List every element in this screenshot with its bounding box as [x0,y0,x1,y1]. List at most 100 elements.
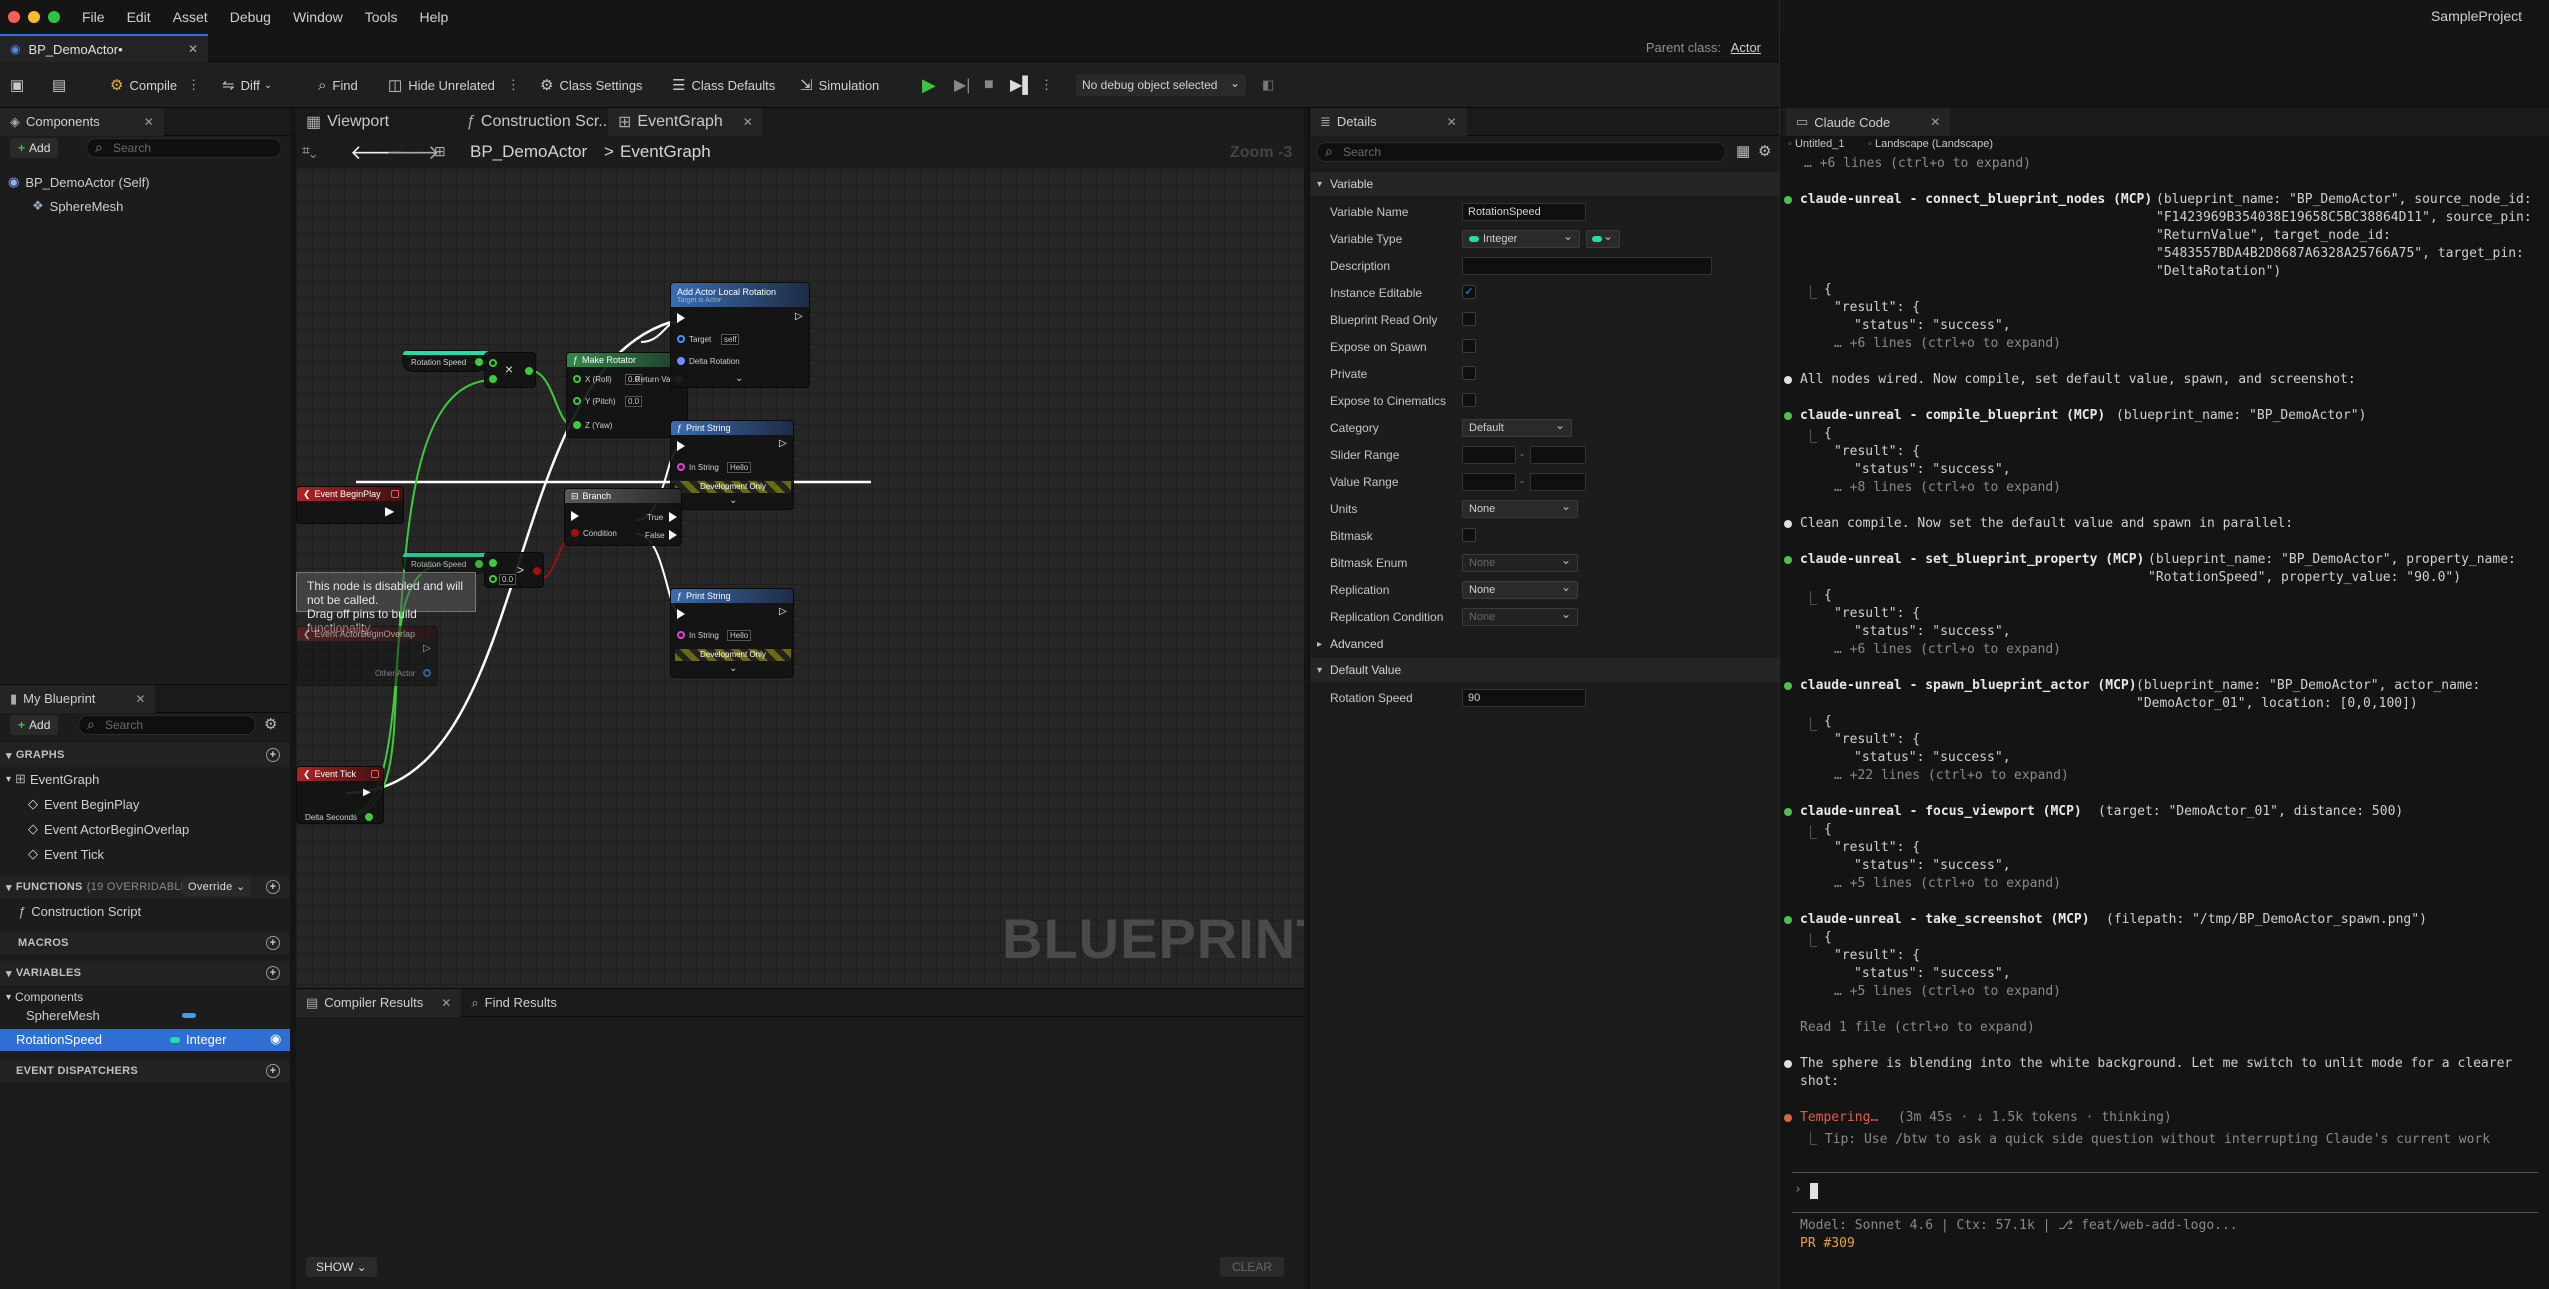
pin-in-string-value[interactable]: Hello [727,630,752,641]
tab-compiler-results[interactable]: ▤ Compiler Results ✕ [296,988,462,1017]
component-spheremesh[interactable]: ❖ SphereMesh [32,196,123,216]
pin-a-in[interactable] [489,559,497,567]
close-icon[interactable]: ✕ [1930,115,1940,129]
event-dispatchers-section-header[interactable]: EVENT DISPATCHERS + [0,1059,290,1083]
gear-icon[interactable]: ⚙ [264,715,277,733]
node-event-tick[interactable]: ❮ Event Tick ▶ Delta Seconds [296,766,384,824]
add-variable-icon[interactable]: + [266,966,280,980]
compare-value[interactable]: 0.0 [499,574,517,585]
variable-section-header[interactable]: Variable [1310,172,1780,196]
event-actorbeginoverlap[interactable]: ◇ Event ActorBeginOverlap [28,819,189,839]
hide-unrelated-button[interactable]: ◫ Hide Unrelated ⋮ [388,62,520,108]
close-icon[interactable]: ✕ [1447,115,1457,129]
replication-dropdown[interactable]: None [1462,579,1578,599]
container-type-dropdown[interactable] [1586,228,1620,248]
my-blueprint-search-input[interactable]: Search [78,715,256,735]
slider-range-min[interactable] [1462,446,1516,464]
chevron-down-icon[interactable]: ⌄ [729,495,737,506]
function-construction-script[interactable]: ƒ Construction Script [18,901,141,921]
node-event-beginplay[interactable]: ❮ Event BeginPlay ▶ [296,486,404,524]
pin-a-in[interactable] [489,359,497,367]
advanced-section-header[interactable]: Advanced [1310,632,1780,656]
add-function-icon[interactable]: + [266,880,280,894]
pin-false-out[interactable] [669,530,677,540]
node-rotation-speed-getter[interactable]: Rotation Speed [402,350,489,372]
clear-button[interactable]: CLEAR [1220,1257,1285,1277]
pin-exec-in[interactable] [677,609,685,619]
close-icon[interactable]: ✕ [441,996,451,1010]
node-compare[interactable]: 0.0 > [484,552,544,588]
node-event-actorbeginoverlap[interactable]: ❮ Event ActorBeginOverlap ▷ Other Actor [296,626,438,686]
category-dropdown[interactable]: Default [1462,417,1572,437]
node-print-string-1[interactable]: ƒ Print String ▷ In String Hello Develop… [670,420,794,510]
menu-tools[interactable]: Tools [365,9,398,25]
node-branch[interactable]: ⊟ Branch Condition True False [564,488,682,546]
default-rotation-speed-field[interactable]: 90 [1462,689,1586,707]
variables-components-group[interactable]: ▾ Components [6,987,83,1007]
add-graph-icon[interactable]: + [266,748,280,762]
pin-exec-in[interactable] [677,441,685,451]
save-button[interactable]: ▣ [10,62,30,108]
pin-in-string[interactable] [677,463,685,471]
pin-result-out[interactable] [533,567,541,575]
level-tab-untitled[interactable]: ◦ Untitled_1 [1788,138,1845,150]
play-button[interactable]: ▶ [922,62,936,108]
prompt-input[interactable]: › [1792,1180,2538,1204]
find-button[interactable]: ⌕ Find [318,62,358,108]
eject-button[interactable]: ▶▌ [1010,62,1034,108]
close-window-button[interactable] [8,11,20,23]
instance-editable-checkbox[interactable]: ✓ [1462,285,1476,299]
variable-type-dropdown[interactable]: Integer [1462,228,1580,248]
units-dropdown[interactable]: None [1462,498,1578,518]
tab-my-blueprint[interactable]: ▮ My Blueprint ✕ [0,684,156,713]
eye-icon[interactable]: ◉ [270,1031,281,1047]
close-icon[interactable]: ✕ [743,115,753,129]
menu-edit[interactable]: Edit [127,9,151,25]
menu-asset[interactable]: Asset [173,9,208,25]
menu-window[interactable]: Window [293,9,343,25]
bitmask-enum-dropdown[interactable]: None [1462,552,1578,572]
pin-delta-rotation-in[interactable] [677,357,685,365]
variable-name-field[interactable]: RotationSpeed [1462,203,1586,221]
stop-button[interactable]: ■ [984,62,994,108]
delegate-pin[interactable] [391,490,399,498]
pin-in-string[interactable] [677,631,685,639]
class-settings-button[interactable]: ⚙ Class Settings [540,62,643,108]
pin-value-out[interactable] [475,560,483,568]
compile-button[interactable]: ⚙ Compile ⋮ [110,62,200,108]
document-tab-bp-demoactor[interactable]: ◉ BP_DemoActor• ✕ [0,34,208,62]
pin-target-in[interactable] [677,335,685,343]
browse-button[interactable]: ▤ [52,62,72,108]
component-self[interactable]: ◉ BP_DemoActor (Self) [8,172,150,192]
variable-spheremesh[interactable]: SphereMesh [26,1005,286,1025]
node-rotation-speed-getter-2[interactable]: Rotation Speed [402,552,489,574]
close-icon[interactable]: ✕ [188,42,198,56]
exec-out-icon[interactable]: ▷ [423,643,431,654]
add-member-button[interactable]: + Add [10,715,59,735]
maximize-window-button[interactable] [48,11,60,23]
simulation-button[interactable]: ⇲ Simulation [800,62,879,108]
pin-other-actor-out[interactable] [423,669,431,677]
description-field[interactable] [1462,257,1712,275]
slider-range-max[interactable] [1530,446,1586,464]
add-macro-icon[interactable]: + [266,936,280,950]
tab-eventgraph[interactable]: ⊞ EventGraph ✕ [608,108,762,136]
node-multiply[interactable]: × [484,352,536,388]
tab-components[interactable]: ◈ Components ✕ [0,107,164,136]
play-options-button[interactable]: ⋮ [1040,62,1053,108]
chevron-down-icon[interactable]: ⌄ [729,663,737,674]
pin-condition-in[interactable] [571,529,579,537]
pin-b-in[interactable] [489,375,497,383]
class-defaults-button[interactable]: ☰ Class Defaults [672,62,775,108]
pin-x-in[interactable] [573,375,581,383]
pin-b-in[interactable] [489,575,497,583]
debug-object-dropdown[interactable]: No debug object selected ⌄ [1076,74,1246,96]
delegate-pin[interactable] [371,770,379,778]
details-search-input[interactable]: Search [1316,142,1726,162]
pin-result-out[interactable] [525,367,533,375]
macros-section-header[interactable]: MACROS + [0,931,290,955]
exec-out-icon[interactable]: ▶ [363,787,371,798]
variables-section-header[interactable]: ▾ VARIABLES + [0,961,290,985]
close-icon[interactable]: ✕ [144,115,154,129]
level-tab-landscape[interactable]: ◦ Landscape (Landscape) [1868,138,1993,150]
